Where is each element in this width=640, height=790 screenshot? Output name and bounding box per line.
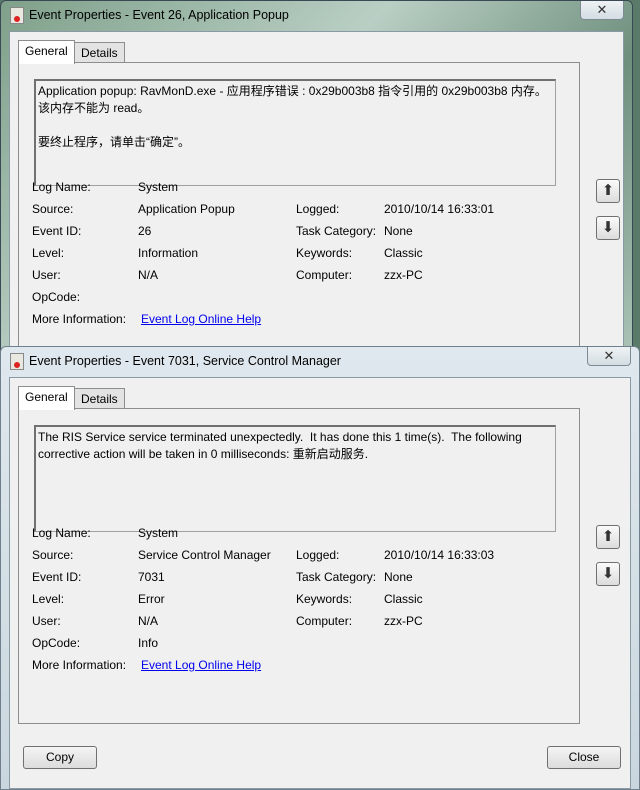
opcode-label: OpCode:: [32, 636, 81, 650]
tab-details[interactable]: Details: [74, 388, 125, 410]
next-event-down-arrow-icon[interactable]: ⬇: [596, 562, 620, 586]
more-information-label: More Information:: [32, 658, 127, 672]
level-label: Level:: [32, 246, 65, 260]
event-log-online-help-link[interactable]: Event Log Online Help: [141, 312, 261, 326]
task-value: None: [384, 224, 413, 238]
task-label: Task Category:: [296, 224, 377, 238]
computer-label: Computer:: [296, 614, 353, 628]
event-id-label: Event ID:: [32, 570, 82, 584]
logged-label: Logged:: [296, 548, 340, 562]
event-properties-window-7031: Event Properties - Event 7031, Service C…: [0, 346, 640, 790]
log-name-label: Log Name:: [32, 180, 91, 194]
close-window-button[interactable]: ✕: [587, 347, 631, 366]
next-event-down-arrow-icon[interactable]: ⬇: [596, 216, 620, 240]
event-message-box[interactable]: Application popup: RavMonD.exe - 应用程序错误 …: [34, 79, 556, 186]
event-viewer-icon: [10, 7, 24, 24]
user-value: N/A: [138, 614, 159, 628]
keywords-label: Keywords:: [296, 592, 353, 606]
source-value: Application Popup: [138, 202, 235, 216]
previous-event-up-arrow-icon[interactable]: ⬆: [596, 525, 620, 549]
more-information-label: More Information:: [32, 312, 127, 326]
close-button[interactable]: Close: [547, 746, 621, 769]
opcode-label: OpCode:: [32, 290, 81, 304]
level-label: Level:: [32, 592, 65, 606]
computer-value: zzx-PC: [384, 268, 423, 282]
tab-general[interactable]: General: [18, 40, 75, 64]
logged-label: Logged:: [296, 202, 340, 216]
user-value: N/A: [138, 268, 159, 282]
keywords-label: Keywords:: [296, 246, 353, 260]
log-name-value: System: [138, 180, 179, 194]
close-window-button[interactable]: ✕: [580, 1, 624, 20]
previous-event-up-arrow-icon[interactable]: ⬆: [596, 179, 620, 203]
source-value: Service Control Manager: [138, 548, 271, 562]
source-label: Source:: [32, 202, 74, 216]
keywords-value: Classic: [384, 246, 423, 260]
dialog-body: General Details The RIS Service service te…: [9, 377, 631, 789]
dialog-body: General Details Application popup: RavMonD…: [9, 31, 624, 362]
computer-label: Computer:: [296, 268, 353, 282]
computer-value: zzx-PC: [384, 614, 423, 628]
event-log-online-help-link[interactable]: Event Log Online Help: [141, 658, 261, 672]
tab-details[interactable]: Details: [74, 42, 125, 64]
task-value: None: [384, 570, 413, 584]
logged-value: 2010/10/14 16:33:01: [384, 202, 495, 216]
window-title: Event Properties - Event 7031, Service C…: [29, 354, 341, 368]
event-id-value: 26: [138, 224, 152, 238]
log-name-label: Log Name:: [32, 526, 91, 540]
level-value: Information: [138, 246, 199, 260]
event-properties-window-26: Event Properties - Event 26, Application…: [0, 0, 633, 362]
logged-value: 2010/10/14 16:33:03: [384, 548, 495, 562]
event-viewer-icon: [10, 353, 24, 370]
user-label: User:: [32, 614, 61, 628]
event-id-value: 7031: [138, 570, 165, 584]
user-label: User:: [32, 268, 61, 282]
event-message-box[interactable]: The RIS Service service terminated unexp…: [34, 425, 556, 532]
general-panel: Application popup: RavMonD.exe - 应用程序错误 …: [18, 62, 580, 362]
general-panel: The RIS Service service terminated unexp…: [18, 408, 580, 724]
window-title: Event Properties - Event 26, Application…: [29, 8, 289, 22]
event-id-label: Event ID:: [32, 224, 82, 238]
opcode-value: Info: [138, 636, 159, 650]
level-value: Error: [138, 592, 165, 606]
tab-general[interactable]: General: [18, 386, 75, 410]
task-label: Task Category:: [296, 570, 377, 584]
keywords-value: Classic: [384, 592, 423, 606]
log-name-value: System: [138, 526, 179, 540]
copy-button[interactable]: Copy: [23, 746, 97, 769]
source-label: Source:: [32, 548, 74, 562]
